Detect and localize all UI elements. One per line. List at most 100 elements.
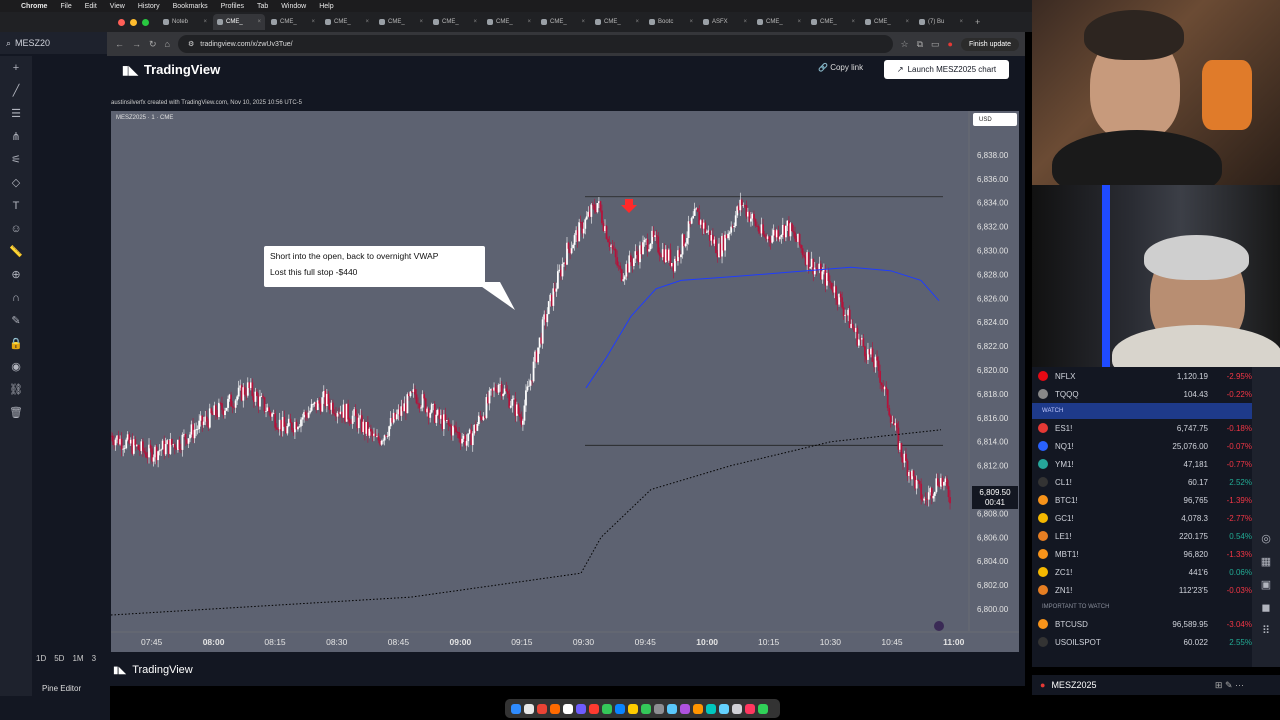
browser-tab[interactable]: ASFX × — [699, 14, 751, 30]
dock-app-icon[interactable] — [706, 703, 716, 714]
close-tab-icon[interactable]: × — [365, 19, 369, 25]
dock-app-icon[interactable] — [615, 703, 625, 714]
menu-tab[interactable]: Tab — [257, 3, 268, 10]
search-icon[interactable]: ⌕ — [6, 38, 11, 49]
tradingview-logo[interactable]: ▮◣ TradingView — [122, 62, 220, 77]
dock-app-icon[interactable] — [758, 703, 768, 714]
menu-file[interactable]: File — [60, 3, 71, 10]
dock-app-icon[interactable] — [537, 703, 547, 714]
watchlist-row[interactable]: LE1! 220.175 0.54% — [1032, 527, 1252, 545]
browser-tab[interactable]: CME_ × — [321, 14, 373, 30]
menu-bookmarks[interactable]: Bookmarks — [173, 3, 208, 10]
close-tab-icon[interactable]: × — [581, 19, 585, 25]
watchlist-row[interactable]: BTCUSD 96,589.95 -3.04% — [1032, 615, 1252, 633]
dock-app-icon[interactable] — [589, 703, 599, 714]
dock-app-icon[interactable] — [511, 703, 521, 714]
menu-view[interactable]: View — [110, 3, 125, 10]
target-icon[interactable]: ◎ — [1252, 527, 1280, 550]
pine-editor-tab[interactable]: Pine Editor — [34, 680, 110, 696]
magnet-icon[interactable]: ∩ — [0, 286, 32, 309]
close-tab-icon[interactable]: × — [959, 19, 963, 25]
link-icon[interactable]: ⛓ — [0, 378, 32, 401]
close-tab-icon[interactable]: × — [203, 19, 207, 25]
minimize-window-button[interactable] — [130, 18, 137, 26]
footer-symbol[interactable]: MESZ2025 — [1051, 680, 1096, 690]
close-tab-icon[interactable]: × — [905, 19, 909, 25]
dock-app-icon[interactable] — [641, 703, 651, 714]
close-tab-icon[interactable]: × — [743, 19, 747, 25]
watchlist-row[interactable]: ES1! 6,747.75 -0.18% — [1032, 419, 1252, 437]
watchlist-row[interactable]: GC1! 4,078.3 -2.77% — [1032, 509, 1252, 527]
interval-5d[interactable]: 5D — [54, 654, 64, 663]
eye-icon[interactable]: ◉ — [0, 355, 32, 378]
browser-tab[interactable]: Noteb × — [159, 14, 211, 30]
menu-app[interactable]: Chrome — [21, 3, 47, 10]
maximize-window-button[interactable] — [142, 18, 149, 26]
watchlist-row[interactable]: NQ1! 25,076.00 -0.07% — [1032, 437, 1252, 455]
browser-tab[interactable]: CME_ × — [429, 14, 481, 30]
launch-chart-button[interactable]: ↗ Launch MESZ2025 chart — [884, 60, 1009, 79]
settings-lines-icon[interactable]: ⚟ — [0, 148, 32, 171]
close-tab-icon[interactable]: × — [527, 19, 531, 25]
watchlist-row[interactable]: USOILSPOT 60.022 2.55% — [1032, 633, 1252, 651]
browser-tab[interactable]: CME_ × — [483, 14, 535, 30]
pencil-icon[interactable]: ✎ — [0, 309, 32, 332]
close-tab-icon[interactable]: × — [257, 19, 261, 25]
browser-tab[interactable]: (7) Bu × — [915, 14, 967, 30]
watchlist-row[interactable]: ZN1! 112'23'5 -0.03% — [1032, 581, 1252, 599]
layout-icon[interactable]: ⊞ ✎ ⋯ — [1215, 680, 1244, 691]
browser-tab[interactable]: CME_ × — [213, 14, 265, 30]
browser-tab[interactable]: CME_ × — [753, 14, 805, 30]
dock-app-icon[interactable] — [693, 703, 703, 714]
menu-profiles[interactable]: Profiles — [221, 3, 244, 10]
notification-icon[interactable]: ◼ — [1252, 596, 1280, 619]
watchlist-row[interactable]: BTC1! 96,765 -1.39% — [1032, 491, 1252, 509]
browser-tab[interactable]: CME_ × — [861, 14, 913, 30]
dock-app-icon[interactable] — [576, 703, 586, 714]
trash-icon[interactable]: 🗑 — [0, 401, 32, 424]
ruler-icon[interactable]: 📏 — [0, 240, 32, 263]
horizontal-lines-icon[interactable]: ☰ — [0, 102, 32, 125]
dock-app-icon[interactable] — [745, 703, 755, 714]
close-window-button[interactable] — [118, 18, 125, 26]
zoom-icon[interactable]: ⊕ — [0, 263, 32, 286]
close-tab-icon[interactable]: × — [473, 19, 477, 25]
back-icon[interactable]: ← — [115, 39, 124, 49]
interval-3[interactable]: 3 — [92, 654, 96, 663]
dock-app-icon[interactable] — [680, 703, 690, 714]
dock-app-icon[interactable] — [628, 703, 638, 714]
menu-help[interactable]: Help — [319, 3, 333, 10]
dock-app-icon[interactable] — [719, 703, 729, 714]
dock-app-icon[interactable] — [563, 703, 573, 714]
browser-tab[interactable]: CME_ × — [807, 14, 859, 30]
close-tab-icon[interactable]: × — [689, 19, 693, 25]
watchlist-row[interactable]: NFLX 1,120.19 -2.95% — [1032, 367, 1252, 385]
watchlist-row[interactable]: ZC1! 441'6 0.06% — [1032, 563, 1252, 581]
fork-icon[interactable]: ⋔ — [0, 125, 32, 148]
dock-app-icon[interactable] — [732, 703, 742, 714]
browser-tab[interactable]: Bootc × — [645, 14, 697, 30]
close-tab-icon[interactable]: × — [851, 19, 855, 25]
calendar-icon[interactable]: ▦ — [1252, 550, 1280, 573]
profile-icon[interactable]: ● — [948, 39, 953, 49]
currency-badge[interactable]: USD — [973, 113, 1017, 126]
bg-symbol[interactable]: MESZ20 — [15, 38, 50, 48]
bookmark-star-icon[interactable]: ☆ — [901, 39, 909, 50]
dock-app-icon[interactable] — [667, 703, 677, 714]
dock-app-icon[interactable] — [524, 703, 534, 714]
close-tab-icon[interactable]: × — [797, 19, 801, 25]
close-tab-icon[interactable]: × — [635, 19, 639, 25]
chart-area[interactable]: 6,838.00 6,836.00 6,834.00 6,832.00 6,830.00… — [111, 111, 1019, 652]
watchlist-row[interactable]: MBT1! 96,820 -1.33% — [1032, 545, 1252, 563]
menu-window[interactable]: Window — [281, 3, 306, 10]
watchlist-row[interactable]: YM1! 47,181 -0.77% — [1032, 455, 1252, 473]
site-info-icon[interactable]: ⚙ — [188, 40, 194, 48]
cast-icon[interactable]: ▭ — [931, 39, 940, 50]
text-icon[interactable]: T — [0, 194, 32, 217]
interval-1d[interactable]: 1D — [36, 654, 46, 663]
interval-1m[interactable]: 1M — [72, 654, 83, 663]
forward-icon[interactable]: → — [132, 39, 141, 49]
grid-icon[interactable]: ⠿ — [1252, 619, 1280, 642]
dock-app-icon[interactable] — [550, 703, 560, 714]
browser-tab[interactable]: CME_ × — [591, 14, 643, 30]
